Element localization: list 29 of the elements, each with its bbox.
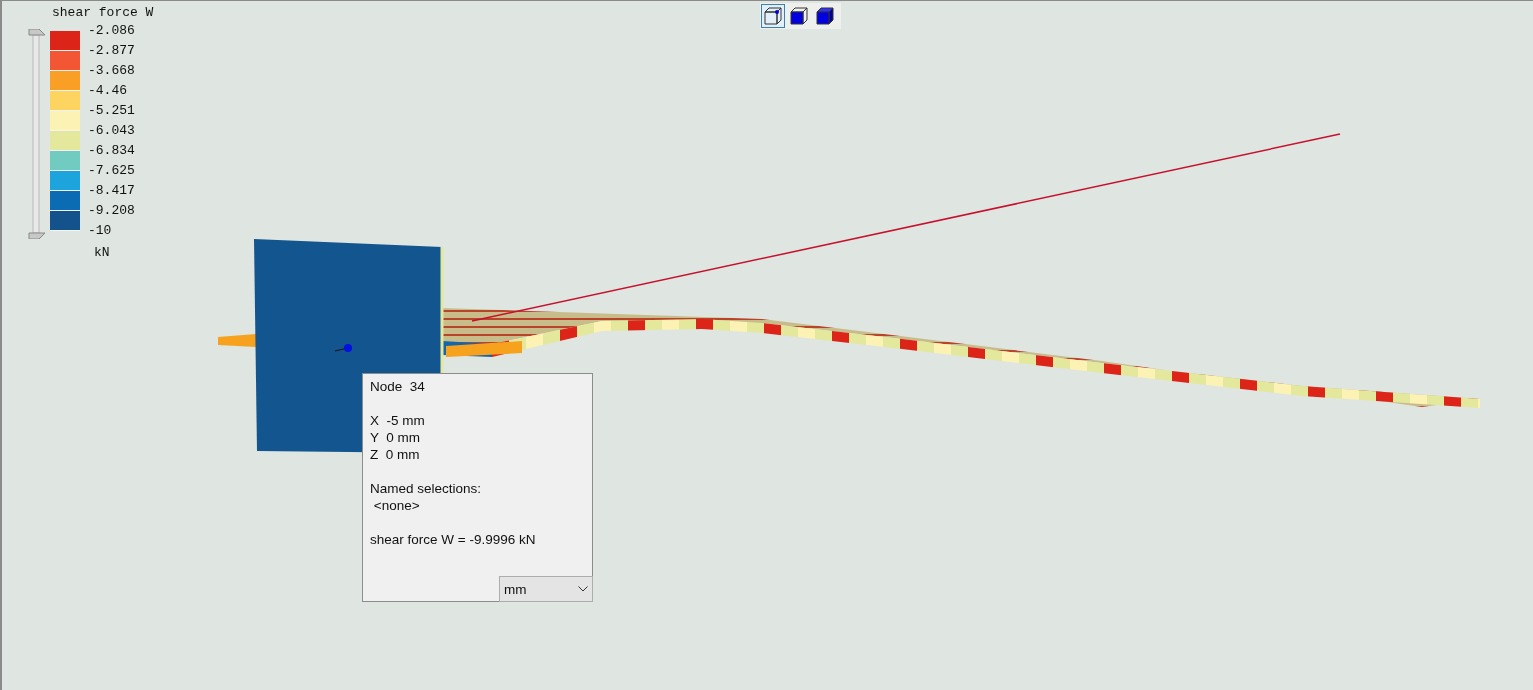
unit-dropdown[interactable]: mm	[499, 576, 593, 602]
legend-value: -2.086	[88, 22, 135, 40]
coordinate-text: Z 0 mm	[369, 446, 421, 463]
view-mode-button[interactable]	[787, 4, 811, 28]
chevron-down-icon	[578, 586, 588, 592]
view-mode-button[interactable]	[761, 4, 785, 28]
legend-unit: kN	[94, 245, 110, 260]
coordinate-text: Y 0 mm	[369, 429, 421, 446]
legend-title: shear force W	[52, 5, 154, 21]
legend-value: -9.208	[88, 202, 135, 220]
legend-value: -8.417	[88, 182, 135, 200]
node-title: Node 34	[369, 378, 426, 395]
selections-label: Named selections:	[369, 480, 483, 497]
legend-value: -6.834	[88, 142, 135, 160]
legend-value: -6.043	[88, 122, 135, 140]
legend-value: -3.668	[88, 62, 135, 80]
legend-value: -7.625	[88, 162, 135, 180]
cube-icon	[764, 7, 782, 25]
cube-icon	[790, 7, 808, 25]
range-slider-icon[interactable]	[28, 29, 46, 239]
legend-value: -10	[88, 222, 113, 240]
legend-value: -2.877	[88, 42, 135, 60]
legend-value: -4.46	[88, 82, 128, 100]
coordinate-text: X -5 mm	[369, 412, 426, 429]
cube-icon	[816, 7, 834, 25]
selections-value: <none>	[372, 497, 421, 514]
result-text: shear force W = -9.9996 kN	[369, 531, 537, 548]
legend-value: -5.251	[88, 102, 135, 120]
view-mode-button[interactable]	[813, 4, 837, 28]
